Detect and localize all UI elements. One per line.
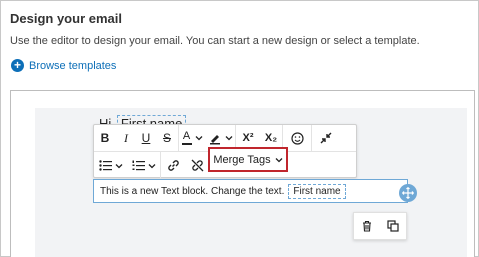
insert-link-button[interactable] — [161, 152, 185, 179]
duplicate-icon — [387, 220, 399, 232]
bold-button[interactable]: B — [94, 125, 116, 152]
collapse-toolbar-button[interactable] — [312, 125, 340, 152]
strikethrough-button[interactable]: S — [156, 125, 178, 152]
font-color-bar — [181, 143, 192, 145]
plus-circle-icon: + — [11, 59, 24, 72]
collapse-arrows-icon — [320, 132, 332, 144]
delete-button[interactable] — [361, 220, 373, 232]
page-subtitle: Use the editor to design your email. You… — [10, 35, 420, 47]
trash-icon — [363, 220, 371, 232]
font-color-button[interactable]: A — [179, 125, 205, 152]
text-block-content: This is a new Text block. Change the tex… — [100, 185, 285, 197]
italic-button[interactable]: I — [116, 125, 136, 152]
emoji-icon — [290, 131, 304, 145]
numbered-list-button[interactable] — [128, 152, 160, 179]
block-actions — [353, 212, 407, 240]
font-color-letter: A — [182, 130, 191, 142]
page-title: Design your email — [10, 11, 122, 26]
browse-templates-link[interactable]: + Browse templates — [11, 59, 116, 72]
move-handle[interactable] — [399, 184, 417, 202]
underline-button[interactable]: U — [136, 125, 156, 152]
chevron-down-icon — [275, 157, 283, 162]
bulleted-list-icon — [99, 160, 112, 171]
unlink-icon — [191, 159, 203, 172]
chevron-down-icon — [148, 163, 156, 168]
link-icon — [167, 160, 179, 171]
merge-tag-first-name[interactable]: First name — [288, 183, 346, 199]
numbered-list-icon — [132, 160, 145, 171]
highlighter-icon — [209, 135, 220, 145]
move-arrows-icon — [402, 187, 414, 199]
chevron-down-icon — [225, 136, 232, 141]
chevron-down-icon — [195, 136, 202, 141]
chevron-down-icon — [115, 163, 123, 168]
bulleted-list-button[interactable] — [94, 152, 128, 179]
text-block[interactable]: This is a new Text block. Change the tex… — [93, 179, 408, 203]
browse-templates-label: Browse templates — [29, 59, 117, 72]
remove-link-button[interactable] — [185, 152, 209, 179]
duplicate-button[interactable] — [387, 220, 399, 232]
merge-tags-dropdown[interactable]: Merge Tags — [208, 147, 288, 172]
merge-tags-label: Merge Tags — [213, 153, 271, 166]
